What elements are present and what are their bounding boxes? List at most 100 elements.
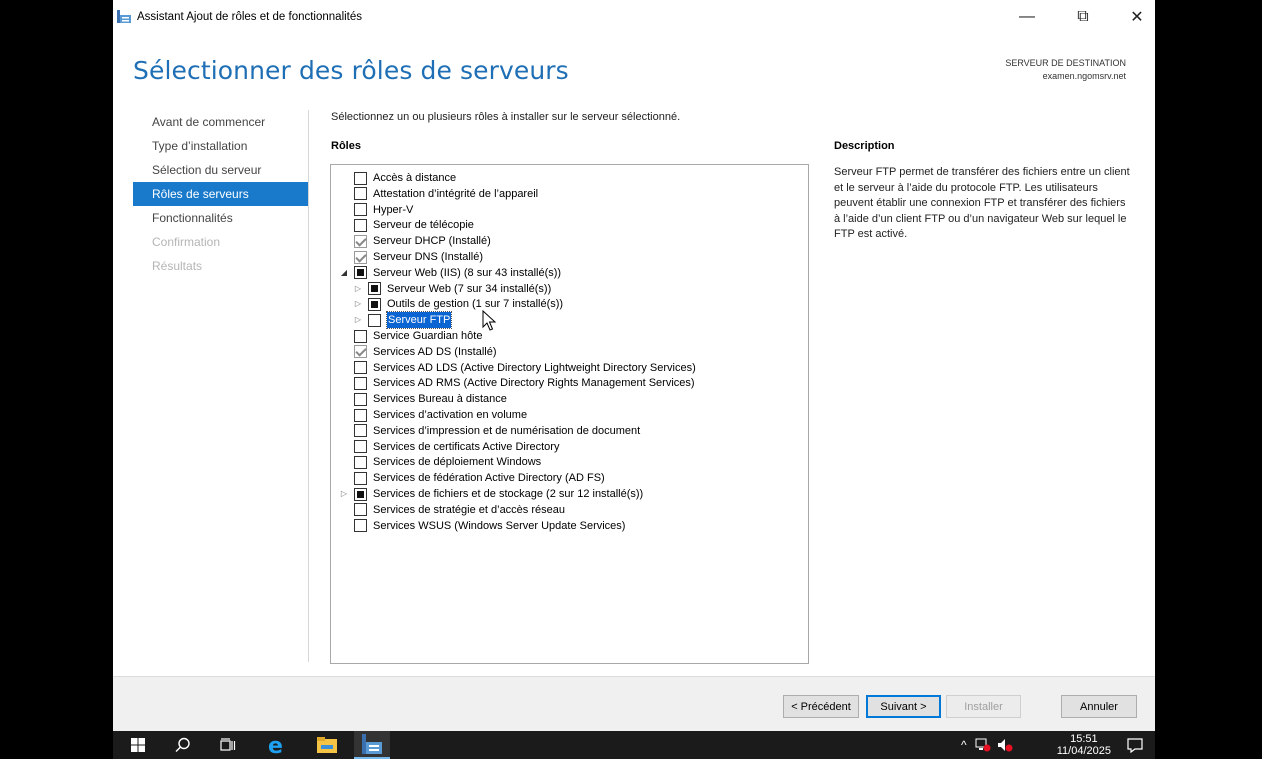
role-label[interactable]: Services d’impression et de numérisation… bbox=[373, 423, 640, 439]
system-tray: ^ bbox=[961, 731, 1013, 759]
role-label[interactable]: Services d’activation en volume bbox=[373, 407, 527, 423]
nav-item-4[interactable]: Rôles de serveurs bbox=[133, 182, 309, 206]
role-label[interactable]: Services AD LDS (Active Directory Lightw… bbox=[373, 360, 696, 376]
minimize-button[interactable]: — bbox=[1010, 0, 1044, 34]
close-button[interactable]: ✕ bbox=[1120, 0, 1154, 34]
role-checkbox[interactable] bbox=[354, 266, 367, 280]
role-row[interactable]: Services WSUS (Windows Server Update Ser… bbox=[339, 518, 625, 534]
expand-arrow-icon[interactable]: ▷ bbox=[353, 312, 363, 328]
tray-chevron-icon[interactable]: ^ bbox=[961, 738, 967, 752]
role-label[interactable]: Services de stratégie et d’accès réseau bbox=[373, 502, 565, 518]
role-row[interactable]: Services AD LDS (Active Directory Lightw… bbox=[339, 360, 696, 376]
role-row[interactable]: Hyper-V bbox=[339, 202, 413, 218]
role-row[interactable]: ▷ Serveur FTP bbox=[353, 311, 453, 330]
maximize-button[interactable]: ⧉ bbox=[1066, 0, 1100, 34]
role-row[interactable]: Services de déploiement Windows bbox=[339, 454, 541, 470]
nav-item-2[interactable]: Type d’installation bbox=[133, 134, 309, 158]
role-row[interactable]: ◢ Serveur Web (IIS) (8 sur 43 installé(s)… bbox=[339, 265, 561, 281]
role-checkbox[interactable] bbox=[368, 282, 381, 296]
expand-arrow-icon[interactable]: ▷ bbox=[339, 486, 349, 502]
server-manager-taskbar-button[interactable] bbox=[354, 731, 390, 759]
role-row[interactable]: Serveur DHCP (Installé) bbox=[339, 233, 491, 249]
next-button[interactable]: Suivant > bbox=[866, 695, 941, 718]
role-label[interactable]: Accès à distance bbox=[373, 170, 456, 186]
role-row[interactable]: Services AD DS (Installé) bbox=[339, 344, 496, 360]
role-label[interactable]: Serveur Web (7 sur 34 installé(s)) bbox=[387, 281, 551, 297]
role-row[interactable]: Services de fédération Active Directory … bbox=[339, 470, 605, 486]
role-checkbox[interactable] bbox=[354, 376, 367, 390]
nav-item-1[interactable]: Avant de commencer bbox=[133, 110, 309, 134]
role-row[interactable]: Services de certificats Active Directory bbox=[339, 439, 559, 455]
taskbar-clock[interactable]: 15:51 11/04/2025 bbox=[1057, 733, 1111, 757]
role-label[interactable]: Services de fédération Active Directory … bbox=[373, 470, 605, 486]
role-checkbox[interactable] bbox=[354, 440, 367, 454]
start-button[interactable] bbox=[123, 731, 153, 759]
role-label[interactable]: Services de certificats Active Directory bbox=[373, 439, 559, 455]
role-checkbox[interactable] bbox=[354, 455, 367, 469]
role-label[interactable]: Service Guardian hôte bbox=[373, 328, 482, 344]
role-checkbox[interactable] bbox=[354, 203, 367, 217]
role-label[interactable]: Outils de gestion (1 sur 7 installé(s)) bbox=[387, 296, 563, 312]
nav-item-5[interactable]: Fonctionnalités bbox=[133, 206, 309, 230]
role-row[interactable]: Serveur DNS (Installé) bbox=[339, 249, 483, 265]
role-row[interactable]: Serveur de télécopie bbox=[339, 217, 474, 233]
role-checkbox[interactable] bbox=[354, 218, 367, 232]
nav-item-3[interactable]: Sélection du serveur bbox=[133, 158, 309, 182]
role-row[interactable]: Services AD RMS (Active Directory Rights… bbox=[339, 375, 695, 391]
role-label[interactable]: Serveur DNS (Installé) bbox=[373, 249, 483, 265]
role-row[interactable]: Services Bureau à distance bbox=[339, 391, 507, 407]
role-label[interactable]: Services AD DS (Installé) bbox=[373, 344, 496, 360]
search-button[interactable] bbox=[168, 731, 198, 759]
role-checkbox[interactable] bbox=[354, 424, 367, 438]
role-row[interactable]: ▷ Serveur Web (7 sur 34 installé(s)) bbox=[353, 281, 551, 297]
volume-muted-icon[interactable] bbox=[997, 738, 1013, 752]
role-checkbox[interactable] bbox=[354, 392, 367, 406]
role-label[interactable]: Services de fichiers et de stockage (2 s… bbox=[373, 486, 643, 502]
role-label[interactable]: Services WSUS (Windows Server Update Ser… bbox=[373, 518, 625, 534]
role-row[interactable]: Attestation d’intégrité de l’appareil bbox=[339, 186, 538, 202]
role-label[interactable]: Serveur de télécopie bbox=[373, 217, 474, 233]
role-row[interactable]: Accès à distance bbox=[339, 170, 456, 186]
role-row[interactable]: Services de stratégie et d’accès réseau bbox=[339, 502, 565, 518]
role-label[interactable]: Services AD RMS (Active Directory Rights… bbox=[373, 375, 695, 391]
file-explorer-button[interactable] bbox=[309, 731, 345, 759]
network-icon[interactable] bbox=[975, 738, 991, 752]
clock-time: 15:51 bbox=[1070, 733, 1098, 745]
previous-button[interactable]: < Précédent bbox=[783, 695, 859, 718]
role-checkbox[interactable] bbox=[354, 329, 367, 343]
role-checkbox[interactable] bbox=[354, 471, 367, 485]
role-row[interactable]: ▷ Outils de gestion (1 sur 7 installé(s)) bbox=[353, 296, 563, 312]
install-button[interactable]: Installer bbox=[946, 695, 1021, 718]
internet-explorer-icon: e bbox=[268, 734, 283, 756]
role-label[interactable]: Serveur FTP bbox=[385, 311, 453, 330]
wizard-window: Assistant Ajout de rôles et de fonctionn… bbox=[113, 0, 1155, 731]
role-checkbox[interactable] bbox=[354, 408, 367, 422]
title-bar[interactable]: Assistant Ajout de rôles et de fonctionn… bbox=[113, 0, 1155, 34]
role-checkbox[interactable] bbox=[354, 361, 367, 375]
role-checkbox[interactable] bbox=[354, 503, 367, 517]
role-label[interactable]: Serveur Web (IIS) (8 sur 43 installé(s)) bbox=[373, 265, 561, 281]
role-label[interactable]: Services de déploiement Windows bbox=[373, 454, 541, 470]
role-row[interactable]: Services d’activation en volume bbox=[339, 407, 527, 423]
expand-arrow-icon[interactable]: ▷ bbox=[353, 281, 363, 297]
action-center-button[interactable] bbox=[1123, 731, 1147, 759]
role-checkbox[interactable] bbox=[354, 487, 367, 501]
role-label[interactable]: Services Bureau à distance bbox=[373, 391, 507, 407]
task-view-button[interactable] bbox=[213, 731, 243, 759]
expand-arrow-icon[interactable]: ▷ bbox=[353, 296, 363, 312]
role-row[interactable]: Service Guardian hôte bbox=[339, 328, 482, 344]
role-checkbox[interactable] bbox=[354, 519, 367, 533]
role-checkbox[interactable] bbox=[368, 313, 381, 327]
cancel-button[interactable]: Annuler bbox=[1061, 695, 1137, 718]
role-row[interactable]: Services d’impression et de numérisation… bbox=[339, 423, 640, 439]
role-label[interactable]: Hyper-V bbox=[373, 202, 413, 218]
role-row[interactable]: ▷ Services de fichiers et de stockage (2 … bbox=[339, 486, 643, 502]
role-label[interactable]: Serveur DHCP (Installé) bbox=[373, 233, 491, 249]
role-checkbox[interactable] bbox=[368, 297, 381, 311]
role-label[interactable]: Attestation d’intégrité de l’appareil bbox=[373, 186, 538, 202]
roles-tree[interactable]: Accès à distance Attestation d’intégrité … bbox=[330, 164, 809, 664]
role-checkbox[interactable] bbox=[354, 171, 367, 185]
internet-explorer-button[interactable]: e bbox=[258, 731, 294, 759]
collapse-arrow-icon[interactable]: ◢ bbox=[339, 265, 349, 281]
role-checkbox[interactable] bbox=[354, 187, 367, 201]
